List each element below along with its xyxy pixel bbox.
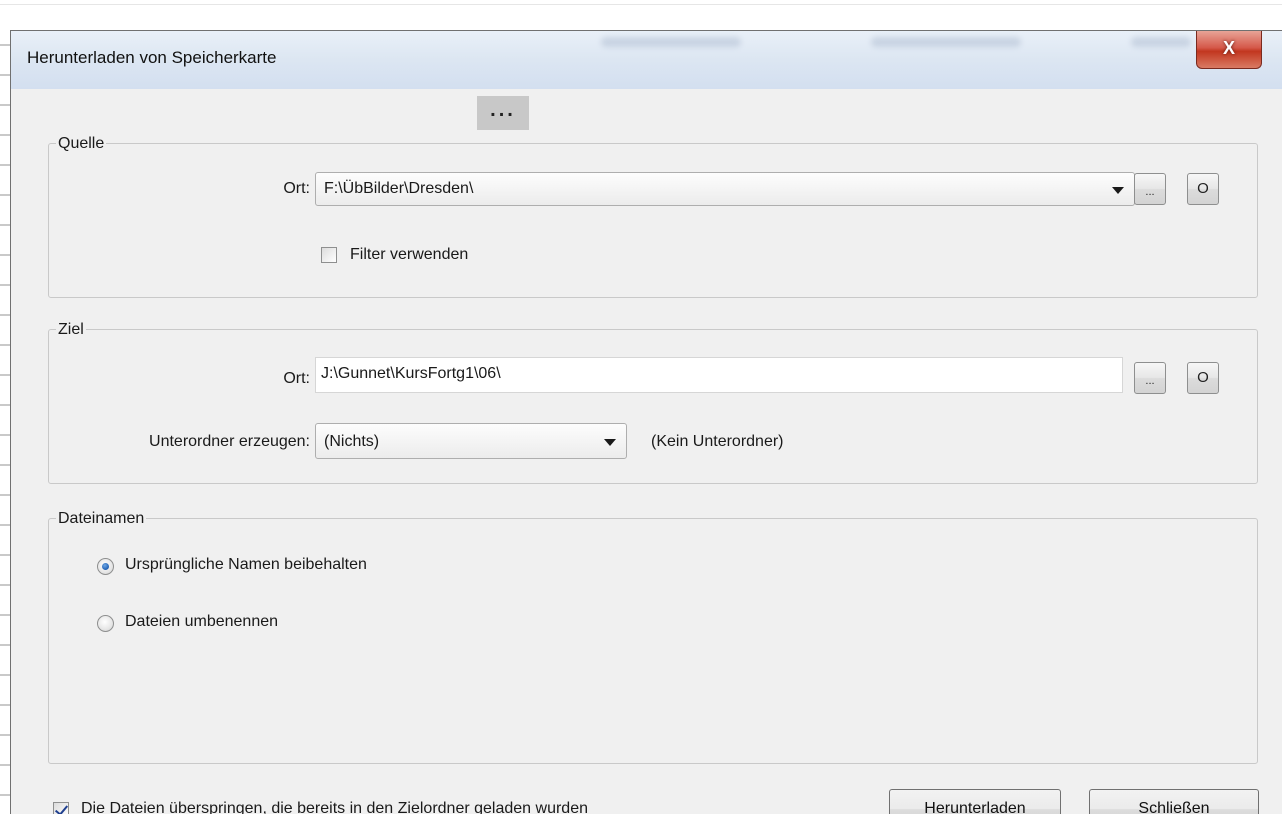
download-dialog: Herunterladen von Speicherkarte X Quelle… — [10, 30, 1282, 814]
skip-existing-label: Die Dateien überspringen, die bereits in… — [81, 800, 588, 814]
title-bar-glass — [601, 37, 741, 47]
subfolder-label: Unterordner erzeugen: — [149, 433, 310, 450]
title-bar-glass — [871, 37, 1021, 47]
download-button[interactable]: Herunterladen — [889, 789, 1061, 814]
filenames-group — [48, 518, 1258, 764]
source-group — [48, 143, 1258, 298]
target-browse-button[interactable]: ... — [1134, 362, 1166, 394]
target-location-value: J:\Gunnet\KursFortg1\06\ — [321, 365, 501, 382]
title-bar-glass — [1131, 37, 1191, 47]
source-group-label: Quelle — [56, 135, 107, 153]
dialog-client-area: Quelle Ort: F:\ÜbBilder\Dresden\ ... O F… — [11, 89, 1282, 814]
keep-names-label: Ursprüngliche Namen beibehalten — [125, 556, 367, 573]
source-location-label: Ort: — [283, 180, 310, 197]
filter-checkbox-label: Filter verwenden — [350, 246, 469, 263]
filenames-group-label: Dateinamen — [56, 510, 147, 528]
background-window-edge — [0, 30, 10, 814]
target-location-input[interactable]: J:\Gunnet\KursFortg1\06\ — [315, 357, 1123, 393]
source-browse-button[interactable]: ... — [1134, 173, 1166, 205]
title-bar[interactable]: Herunterladen von Speicherkarte X — [11, 31, 1282, 89]
filter-checkbox[interactable] — [321, 247, 337, 263]
chevron-down-icon — [604, 439, 616, 446]
skip-existing-checkbox[interactable] — [53, 802, 69, 814]
close-icon: X — [1222, 38, 1235, 58]
target-location-label: Ort: — [283, 370, 310, 387]
source-open-button[interactable]: O — [1187, 173, 1219, 205]
top-strip — [0, 0, 1282, 5]
window-title: Herunterladen von Speicherkarte — [27, 48, 277, 67]
target-open-button[interactable]: O — [1187, 362, 1219, 394]
source-location-value: F:\ÜbBilder\Dresden\ — [324, 180, 474, 197]
source-location-dropdown[interactable]: F:\ÜbBilder\Dresden\ — [315, 172, 1135, 206]
keep-names-radio[interactable] — [97, 558, 114, 575]
subfolder-value: (Nichts) — [324, 433, 380, 450]
close-window-button[interactable]: X — [1196, 31, 1262, 69]
close-button[interactable]: Schließen — [1089, 789, 1259, 814]
rename-files-label: Dateien umbenennen — [125, 613, 279, 630]
target-group — [48, 329, 1258, 484]
rename-files-radio[interactable] — [97, 615, 114, 632]
ellipsis-overlay: ... — [477, 96, 529, 130]
subfolder-dropdown[interactable]: (Nichts) — [315, 423, 627, 459]
chevron-down-icon — [1112, 187, 1124, 194]
target-group-label: Ziel — [56, 321, 86, 339]
subfolder-hint: (Kein Unterordner) — [651, 433, 784, 450]
